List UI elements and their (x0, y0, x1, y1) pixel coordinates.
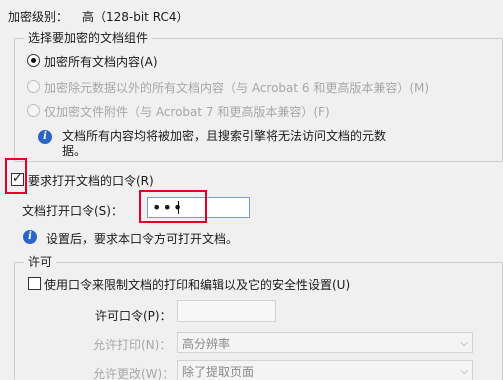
permission-password-input[interactable] (177, 300, 276, 322)
radio-encrypt-attachments-only-label[interactable]: 仅加密文件附件（与 Acrobat 7 和更高版本兼容）(F) (44, 103, 330, 120)
permissions-legend: 许可 (24, 255, 57, 269)
changes-permission-select[interactable]: 除了提取页面 ⌵ (177, 360, 473, 380)
encryption-level-label: 加密级别： (8, 10, 69, 24)
print-permission-select[interactable]: 高分辨率 ⌵ (177, 332, 473, 353)
print-permission-value: 高分辨率 (182, 337, 231, 351)
restrict-editing-label[interactable]: 使用口令来限制文档的打印和编辑以及它的安全性设置(U) (44, 276, 350, 293)
components-info-line2: 据。 (62, 144, 87, 158)
info-icon: i (23, 230, 37, 244)
chevron-down-icon: ⌵ (460, 366, 468, 377)
open-password-info-text: 设置后，要求本口令方可打开文档。 (46, 232, 239, 246)
require-open-password-label[interactable]: 要求打开文档的口令(R) (28, 172, 154, 189)
open-password-field-label: 文档打开口令(S)： (22, 204, 123, 218)
document-components-legend: 选择要加密的文档组件 (24, 31, 153, 45)
restrict-editing-checkbox[interactable] (28, 277, 41, 290)
radio-encrypt-all[interactable] (27, 54, 40, 67)
highlight-password-box (139, 190, 207, 223)
changes-permission-value: 除了提取页面 (182, 365, 255, 379)
radio-encrypt-except-metadata[interactable] (27, 80, 40, 93)
radio-encrypt-all-label[interactable]: 加密所有文档内容(A) (44, 53, 158, 70)
chevron-down-icon: ⌵ (460, 338, 468, 349)
info-icon: i (38, 130, 52, 144)
encryption-level-value: 高（128-bit RC4） (82, 10, 189, 24)
radio-encrypt-attachments-only[interactable] (27, 104, 40, 117)
highlight-checkbox-box (5, 158, 27, 194)
changes-permission-label: 允许更改(W)： (93, 367, 175, 380)
print-permission-label: 允许打印(N)： (93, 338, 172, 352)
components-info-line1: 文档所有内容均将被加密，且搜索引擎将无法访问文档的元数 (62, 129, 387, 143)
permission-password-label: 许可口令(P)： (95, 309, 172, 323)
radio-encrypt-except-metadata-label[interactable]: 加密除元数据以外的所有文档内容（与 Acrobat 6 和更高版本兼容）(M) (44, 79, 429, 96)
